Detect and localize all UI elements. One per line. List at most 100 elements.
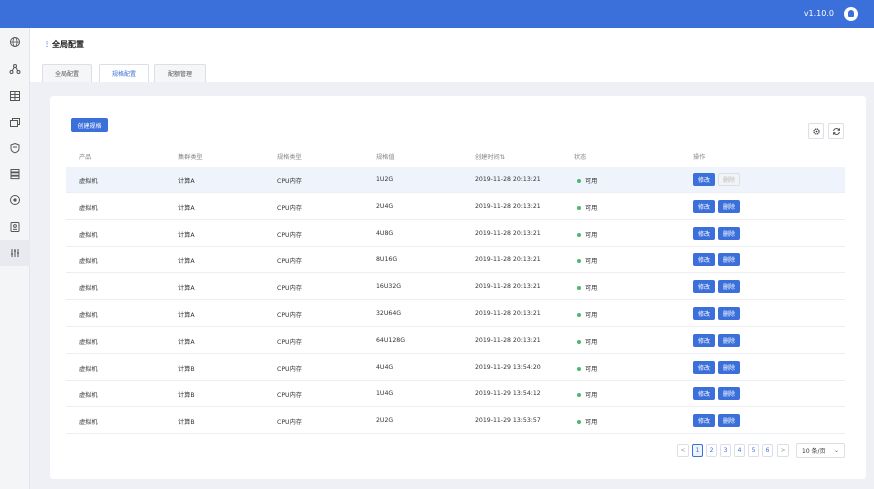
cell-spec-value: 1U2G [376, 176, 394, 183]
sidebar-item-globe[interactable] [0, 29, 30, 55]
delete-button[interactable]: 删除 [718, 387, 740, 401]
table-row[interactable]: 虚拟机 计算B CPU内存 4U4G 2019-11-29 13:54:20 可用 修改 删除 [66, 355, 845, 381]
sliders-icon [11, 249, 19, 257]
status-cell: 可用 [577, 364, 597, 373]
delete-button[interactable]: 删除 [718, 280, 740, 294]
edit-button[interactable]: 修改 [693, 199, 715, 213]
page-title: ⫶ 全局配置 [46, 39, 84, 50]
sidebar-item-network[interactable] [0, 56, 30, 82]
cell-spec-type: CPU内存 [277, 419, 302, 427]
sidebar-item-config[interactable] [0, 240, 30, 266]
cell-spec-type: CPU内存 [277, 338, 302, 346]
cell-cluster-type: 计算A [178, 231, 195, 239]
sidebar-item-storage[interactable] [0, 161, 30, 187]
sidebar-item-grid[interactable] [0, 83, 30, 109]
edit-button[interactable]: 修改 [693, 307, 715, 320]
table-row[interactable]: 虚拟机 计算A CPU内存 64U128G 2019-11-28 20:13:21 可用 修… [66, 328, 845, 354]
table-row[interactable]: 虚拟机 计算A CPU内存 32U64G 2019-11-28 20:13:21 可用 修改… [66, 301, 845, 327]
page-5-button[interactable]: 5 [748, 444, 759, 457]
page-size-value: 10 条/页 [802, 448, 826, 455]
create-spec-button[interactable]: 创建规格 [71, 118, 108, 132]
edit-button[interactable]: 修改 [693, 387, 715, 401]
sidebar [0, 28, 30, 489]
page-2-button[interactable]: 2 [706, 444, 717, 457]
cell-spec-value: 64U128G [376, 336, 406, 344]
status-dot-icon [577, 232, 581, 237]
prev-page-button[interactable]: < [677, 444, 689, 457]
status-label: 可用 [585, 338, 598, 346]
edit-button[interactable]: 修改 [693, 173, 715, 186]
cell-created-at: 2019-11-29 13:54:12 [475, 390, 541, 398]
status-cell: 可用 [577, 337, 597, 346]
status-cell: 可用 [577, 390, 597, 399]
cell-spec-type: CPU内存 [277, 392, 302, 400]
status-cell: 可用 [577, 310, 597, 319]
table-row[interactable]: 虚拟机 计算A CPU内存 2U4G 2019-11-28 20:13:21 可用 修改 删除 [66, 194, 845, 220]
col-header-created-at[interactable]: 创建时间⇅ [475, 152, 505, 161]
tab-global-config[interactable]: 全局配置 [42, 64, 92, 82]
page-3-button[interactable]: 3 [720, 444, 731, 457]
page-title-text: 全局配置 [52, 40, 84, 49]
status-label: 可用 [585, 231, 598, 239]
table-row[interactable]: 虚拟机 计算A CPU内存 16U32G 2019-11-28 20:13:21 可用 修改… [66, 274, 845, 301]
cell-product: 虚拟机 [79, 392, 98, 400]
col-header-spec-value: 规格值 [376, 154, 395, 161]
cell-spec-type: CPU内存 [277, 312, 302, 319]
next-page-button[interactable]: > [777, 444, 789, 457]
cell-spec-type: CPU内存 [277, 178, 302, 185]
cell-cluster-type: 计算A [178, 285, 195, 293]
sidebar-item-compass[interactable] [0, 187, 30, 213]
delete-button[interactable]: 删除 [718, 307, 740, 320]
delete-button[interactable]: 删除 [718, 226, 740, 240]
delete-button[interactable]: 删除 [718, 414, 740, 428]
status-cell: 可用 [577, 176, 597, 185]
status-dot-icon [577, 313, 581, 317]
status-label: 可用 [585, 312, 598, 319]
cell-cluster-type: 计算A [178, 338, 195, 346]
sidebar-item-stack[interactable] [0, 109, 30, 135]
page-6-button[interactable]: 6 [762, 444, 773, 457]
refresh-button[interactable] [828, 123, 844, 139]
cell-product: 虚拟机 [79, 285, 98, 293]
cell-product: 虚拟机 [79, 231, 98, 239]
edit-button[interactable]: 修改 [693, 333, 715, 347]
sidebar-item-shield[interactable] [0, 135, 30, 161]
edit-button[interactable]: 修改 [693, 360, 715, 374]
sort-icon[interactable]: ⇅ [500, 154, 505, 161]
page-1-button[interactable]: 1 [692, 444, 703, 457]
chevron-down-icon: ⌄ [833, 447, 839, 454]
table-row[interactable]: 虚拟机 计算B CPU内存 1U4G 2019-11-29 13:54:12 可用 修改 删除 [66, 381, 845, 408]
status-cell: 可用 [577, 283, 597, 292]
cell-cluster-type: 计算A [178, 204, 195, 212]
delete-button[interactable]: 删除 [718, 253, 740, 267]
tab-spec-config[interactable]: 规格配置 [99, 64, 149, 82]
table-row[interactable]: 虚拟机 计算A CPU内存 1U2G 2019-11-28 20:13:21 可用 修改 删除 [66, 167, 845, 193]
table-row[interactable]: 虚拟机 计算A CPU内存 4U8G 2019-11-28 20:13:21 可用 修改 删除 [66, 221, 845, 247]
edit-button[interactable]: 修改 [693, 414, 715, 428]
cell-created-at: 2019-11-29 13:54:20 [475, 363, 541, 371]
table-row[interactable]: 虚拟机 计算B CPU内存 2U2G 2019-11-29 13:53:57 可用 修改 删除 [66, 408, 845, 435]
tab-quota-management[interactable]: 配额管理 [154, 64, 206, 82]
status-label: 可用 [585, 419, 598, 427]
col-header-status: 状态 [574, 154, 587, 161]
page-4-button[interactable]: 4 [734, 444, 745, 457]
user-avatar-icon[interactable] [844, 7, 858, 21]
edit-button[interactable]: 修改 [693, 280, 715, 294]
status-dot-icon [577, 393, 581, 398]
status-cell: 可用 [577, 203, 597, 212]
table-row[interactable]: 虚拟机 计算A CPU内存 8U16G 2019-11-28 20:13:21 可用 修改删… [66, 247, 845, 274]
cell-created-at: 2019-11-28 20:13:21 [475, 336, 541, 344]
delete-button[interactable]: 删除 [718, 333, 740, 347]
delete-button[interactable]: 删除 [718, 199, 740, 213]
sidebar-item-id[interactable] [0, 214, 30, 240]
cell-product: 虚拟机 [79, 365, 98, 373]
delete-button[interactable]: 删除 [718, 360, 740, 374]
edit-button[interactable]: 修改 [693, 226, 715, 240]
compass-icon [10, 195, 20, 205]
settings-button[interactable] [808, 123, 824, 139]
cell-created-at: 2019-11-28 20:13:21 [475, 310, 541, 317]
page-size-select[interactable]: 10 条/页 ⌄ [796, 443, 845, 458]
cell-spec-value: 32U64G [376, 310, 402, 317]
edit-button[interactable]: 修改 [693, 253, 715, 267]
cell-product: 虚拟机 [79, 258, 98, 266]
